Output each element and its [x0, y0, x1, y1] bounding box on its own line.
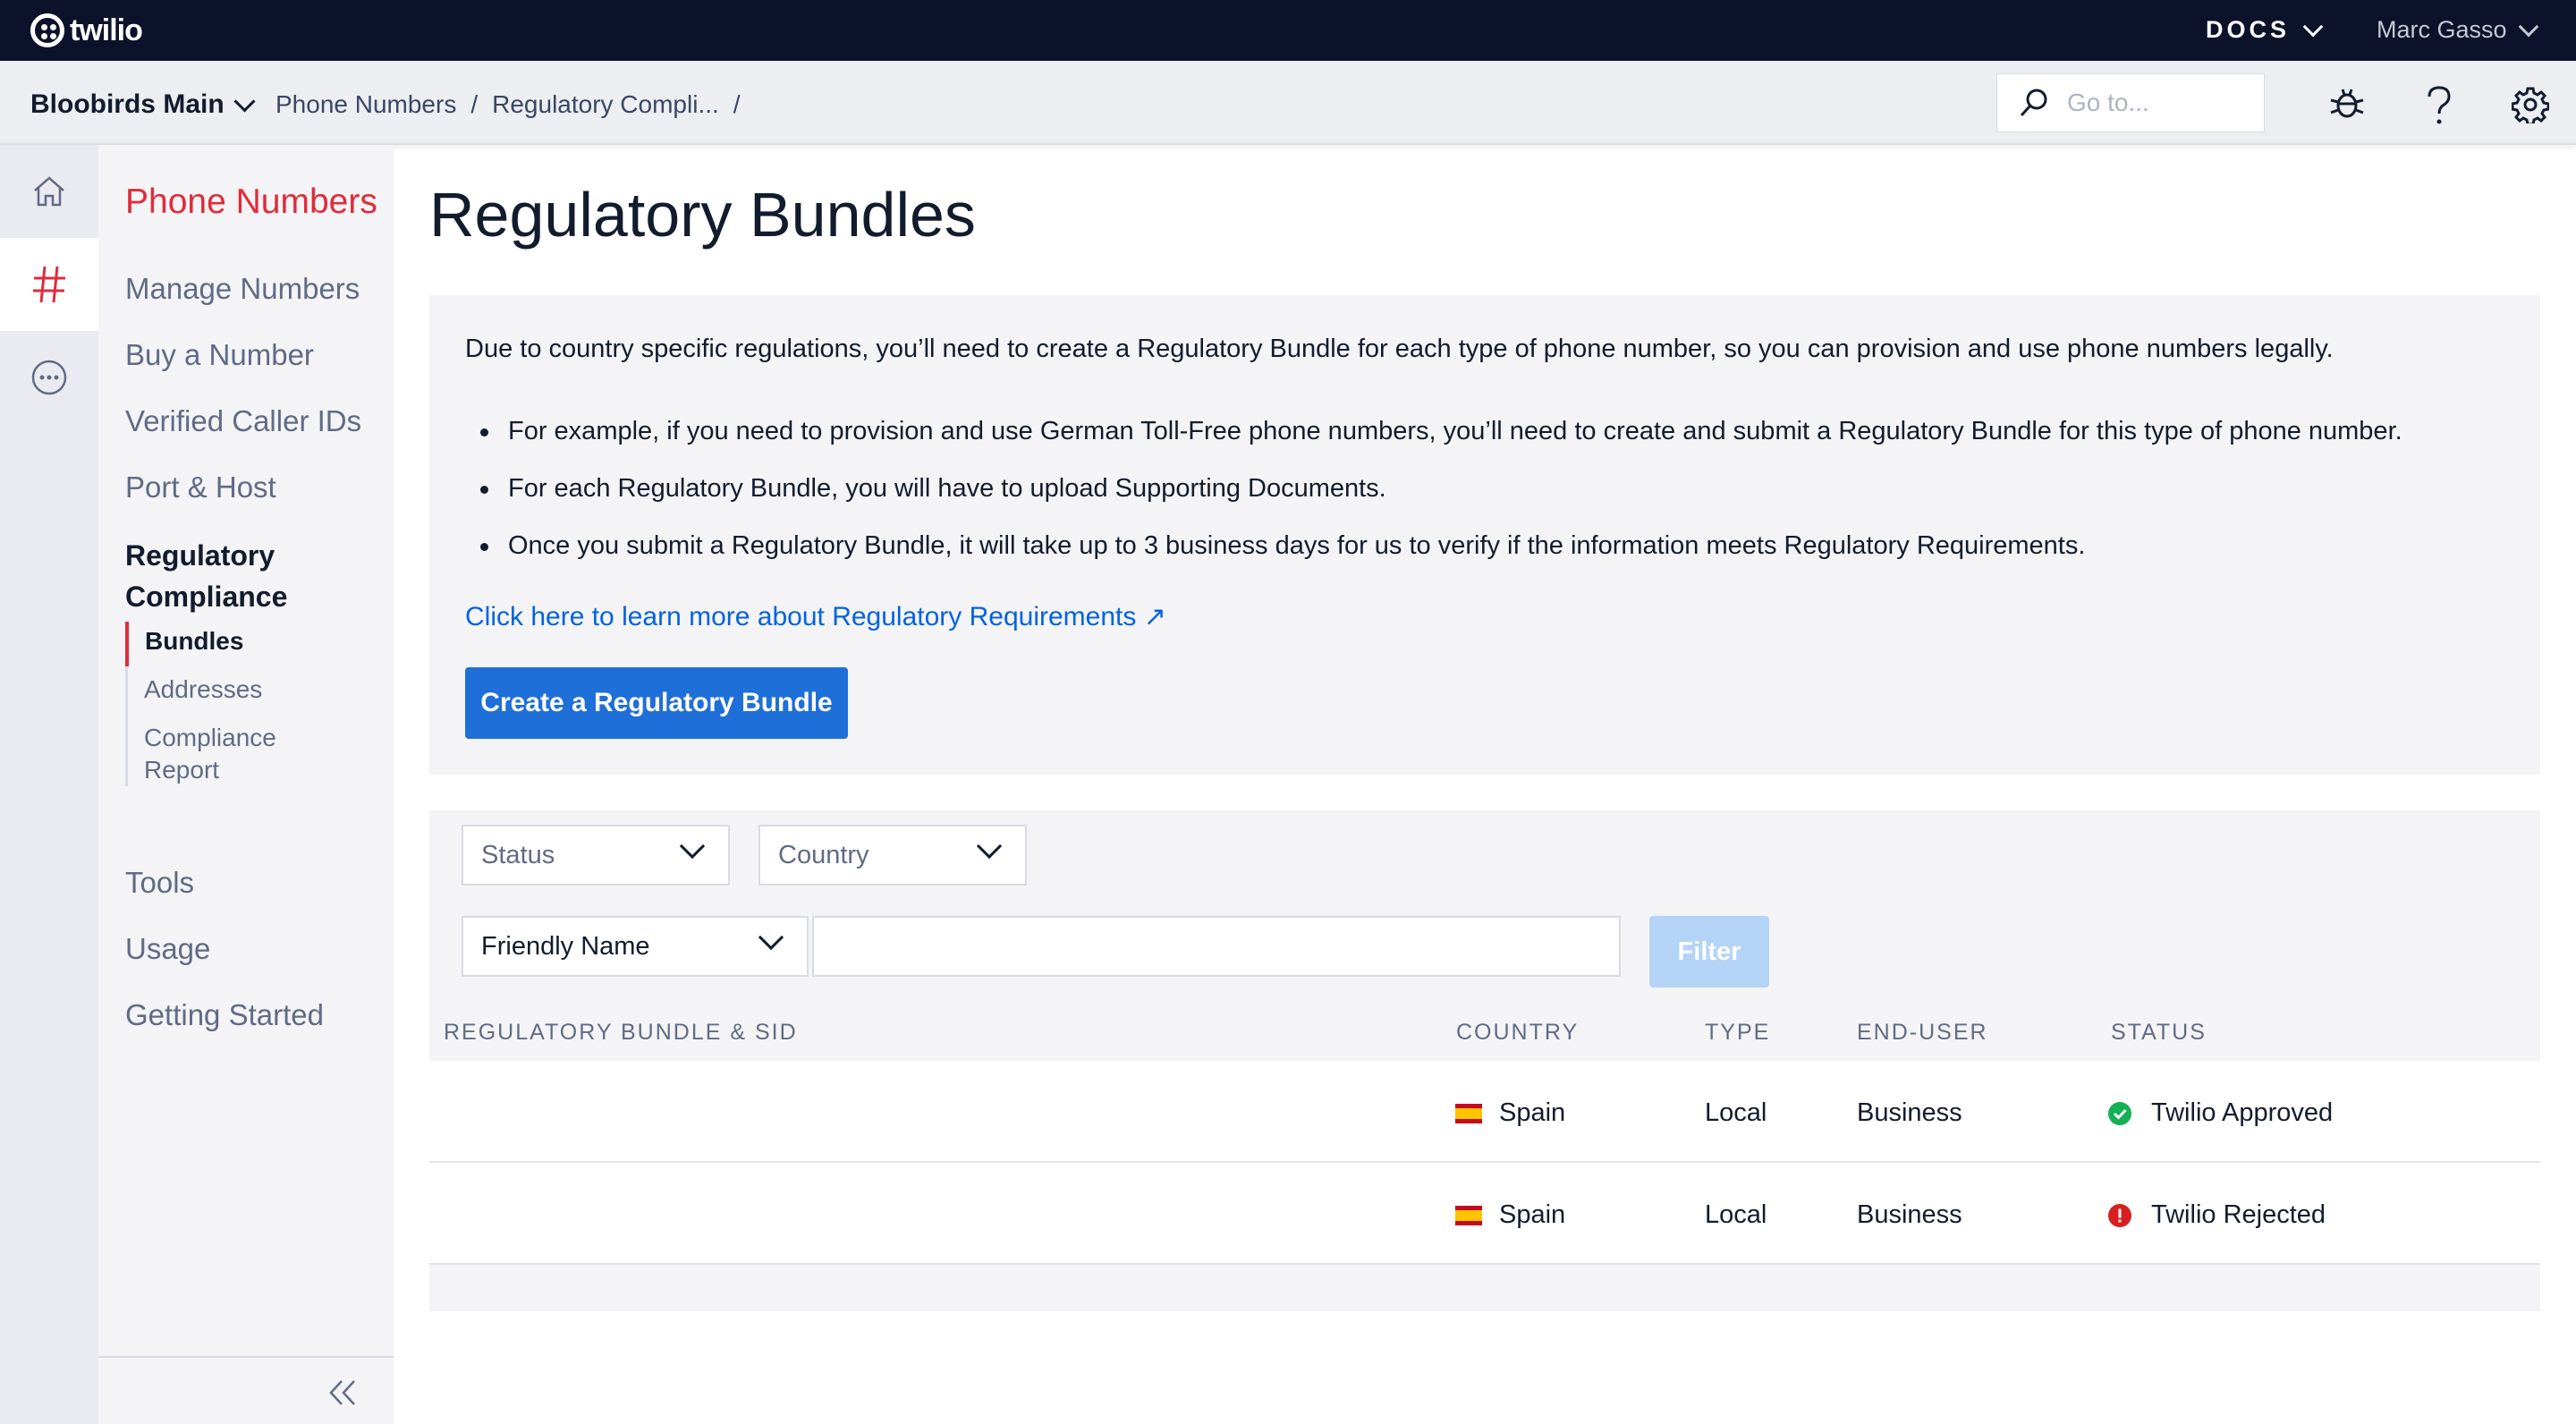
- chevron-down-icon: [976, 833, 1003, 860]
- rail-item-more[interactable]: [0, 331, 98, 424]
- column-header-status[interactable]: STATUS: [2111, 1020, 2207, 1046]
- rail-item-home[interactable]: [0, 145, 98, 238]
- regulatory-subnav: Bundles Addresses Compliance Report: [125, 622, 349, 786]
- spain-flag-icon: [1455, 1206, 1482, 1225]
- bundles-list-panel: Status Country Friendly Name Filter REGU…: [429, 810, 2540, 1311]
- top-navigation-bar: twilio DOCS Marc Gasso: [0, 0, 2576, 61]
- check-circle-icon: [2108, 1102, 2131, 1125]
- sidebar-title[interactable]: Phone Numbers: [125, 182, 377, 222]
- logo-text: twilio: [70, 13, 143, 47]
- breadcrumb-regulatory-compliance[interactable]: Regulatory Compli...: [492, 90, 719, 119]
- filter-button[interactable]: Filter: [1649, 916, 1769, 987]
- twilio-logo[interactable]: twilio: [30, 13, 143, 48]
- country-select[interactable]: Country: [758, 825, 1027, 886]
- sidebar: Phone Numbers Manage Numbers Buy a Numbe…: [98, 145, 394, 1424]
- end-user-cell: Business: [1857, 1098, 1962, 1127]
- subnav-item-compliance-report[interactable]: Compliance Report: [128, 722, 349, 786]
- sidebar-item-tools[interactable]: Tools: [125, 866, 194, 900]
- user-name: Marc Gasso: [2377, 16, 2507, 43]
- column-header-end-user[interactable]: END-USER: [1857, 1020, 1988, 1046]
- sidebar-item-getting-started[interactable]: Getting Started: [125, 998, 324, 1032]
- sidebar-item-port-host[interactable]: Port & Host: [125, 470, 276, 504]
- home-icon: [34, 176, 64, 207]
- table-row[interactable]: Spain Local Business Twilio Rejected: [429, 1163, 2540, 1265]
- table-row[interactable]: Spain Local Business Twilio Approved: [429, 1061, 2540, 1163]
- more-icon: [31, 360, 67, 395]
- info-bullets: For example, if you need to provision an…: [465, 417, 2402, 589]
- chevron-down-icon: [233, 89, 256, 113]
- sidebar-item-verified-caller-ids[interactable]: Verified Caller IDs: [125, 404, 361, 438]
- breadcrumb-phone-numbers[interactable]: Phone Numbers: [275, 90, 456, 119]
- status-select-value: Status: [481, 840, 555, 869]
- chevron-down-icon: [758, 924, 784, 951]
- twilio-logo-icon: [30, 13, 64, 47]
- breadcrumb-separator: /: [733, 90, 741, 118]
- column-header-country[interactable]: COUNTRY: [1456, 1020, 1579, 1046]
- status-cell: Twilio Rejected: [2151, 1200, 2326, 1229]
- bug-icon[interactable]: [2329, 86, 2365, 122]
- help-icon[interactable]: [2426, 86, 2453, 125]
- sidebar-item-usage[interactable]: Usage: [125, 932, 210, 966]
- sidebar-item-buy-a-number[interactable]: Buy a Number: [125, 338, 314, 372]
- bullet-item: For each Regulatory Bundle, you will hav…: [465, 474, 2402, 531]
- rail-item-phone-numbers[interactable]: [0, 238, 98, 331]
- filter-field-select[interactable]: Friendly Name: [462, 916, 809, 977]
- page-title: Regulatory Bundles: [429, 180, 976, 250]
- type-cell: Local: [1705, 1200, 1767, 1229]
- search-input[interactable]: [2067, 89, 2264, 117]
- go-to-search[interactable]: [1996, 73, 2265, 132]
- status-cell: Twilio Approved: [2151, 1098, 2334, 1127]
- bullet-item: For example, if you need to provision an…: [465, 417, 2402, 474]
- type-cell: Local: [1705, 1098, 1767, 1127]
- breadcrumb-separator: /: [470, 90, 479, 118]
- column-header-type[interactable]: TYPE: [1705, 1020, 1770, 1046]
- country-select-value: Country: [778, 840, 869, 869]
- chevron-down-icon: [679, 833, 706, 860]
- filter-text-input[interactable]: [812, 916, 1621, 977]
- sidebar-item-regulatory-compliance[interactable]: Regulatory Compliance: [125, 535, 287, 617]
- product-rail: [0, 145, 98, 1424]
- country-cell: Spain: [1499, 1098, 1566, 1127]
- status-select[interactable]: Status: [462, 825, 730, 886]
- end-user-cell: Business: [1857, 1200, 1962, 1229]
- error-circle-icon: [2108, 1204, 2131, 1227]
- search-icon: [2020, 89, 2047, 117]
- user-menu[interactable]: Marc Gasso: [2377, 16, 2538, 44]
- docs-menu[interactable]: DOCS: [2206, 16, 2324, 44]
- settings-gear-icon[interactable]: [2512, 86, 2549, 123]
- hash-icon: [33, 266, 65, 303]
- docs-label: DOCS: [2206, 16, 2291, 43]
- collapse-sidebar[interactable]: [98, 1356, 394, 1424]
- account-bar: Bloobirds Main Phone Numbers / Regulator…: [0, 61, 2576, 145]
- chevron-down-icon: [2518, 16, 2538, 37]
- account-switcher[interactable]: Bloobirds Main: [30, 89, 256, 120]
- country-cell: Spain: [1499, 1200, 1566, 1229]
- filter-field-value: Friendly Name: [481, 931, 650, 961]
- account-name: Bloobirds Main: [30, 89, 225, 119]
- double-chevron-left-icon: [329, 1380, 355, 1405]
- subnav-item-addresses[interactable]: Addresses: [128, 666, 349, 722]
- chevron-down-icon: [2302, 16, 2324, 37]
- sidebar-item-manage-numbers[interactable]: Manage Numbers: [125, 272, 360, 306]
- spain-flag-icon: [1455, 1104, 1482, 1123]
- subnav-item-bundles[interactable]: Bundles: [125, 622, 349, 666]
- column-header-bundle[interactable]: REGULATORY BUNDLE & SID: [444, 1020, 798, 1046]
- learn-more-link[interactable]: Click here to learn more about Regulator…: [465, 601, 1166, 632]
- breadcrumb: Phone Numbers / Regulatory Compli... /: [275, 90, 741, 119]
- intro-text: Due to country specific regulations, you…: [465, 335, 2334, 363]
- regulatory-info-panel: Due to country specific regulations, you…: [429, 295, 2540, 775]
- create-bundle-button[interactable]: Create a Regulatory Bundle: [465, 667, 848, 739]
- bullet-item: Once you submit a Regulatory Bundle, it …: [465, 531, 2402, 589]
